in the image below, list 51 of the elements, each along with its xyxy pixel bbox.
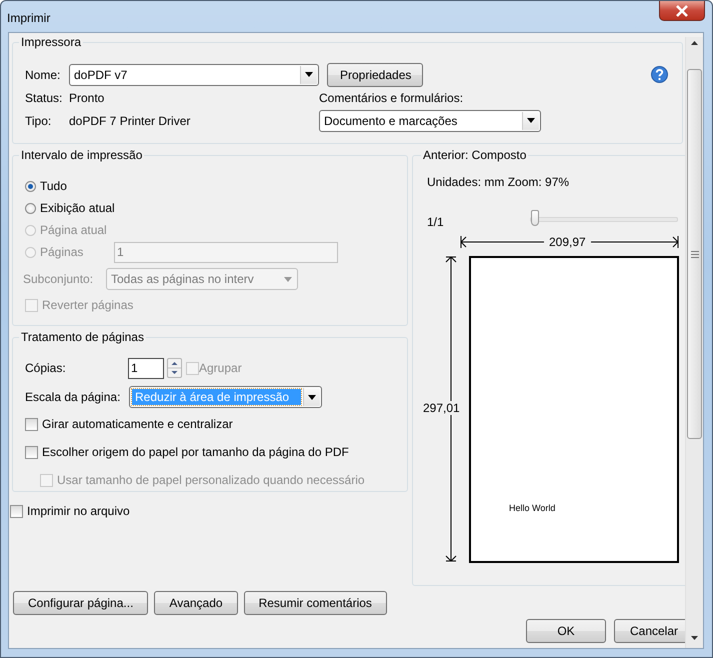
- field-label: Nome:: [25, 68, 62, 82]
- subset-dropdown[interactable]: Todas as páginas no interv: [106, 268, 298, 290]
- checkbox[interactable]: [10, 504, 23, 518]
- spin-buttons[interactable]: [167, 358, 182, 378]
- field-label: Status:: [25, 90, 64, 104]
- window-title: Imprimir: [7, 11, 50, 25]
- field-label: Comentários e formulários:: [319, 90, 464, 104]
- radio-button[interactable]: [25, 202, 36, 214]
- printer-dropdown[interactable]: doPDF v7: [69, 64, 319, 86]
- checkbox-label[interactable]: Escolher origem do papel por tamanho da página do PDF: [42, 445, 349, 459]
- radio-button[interactable]: [25, 180, 36, 192]
- page-count: 1/1: [427, 215, 444, 229]
- dialog-button[interactable]: Avançado: [154, 591, 238, 615]
- comments-dropdown[interactable]: Documento e marcações: [319, 110, 541, 132]
- field-label: Subconjunto:: [23, 272, 94, 286]
- radio-label[interactable]: Exibição atual: [40, 201, 115, 215]
- help-icon[interactable]: [651, 66, 668, 83]
- checkbox-label[interactable]: Girar automaticamente e centralizar: [42, 417, 233, 431]
- scrollbar[interactable]: [685, 37, 703, 648]
- caret-icon: [284, 276, 292, 282]
- scroll-thumb[interactable]: [687, 69, 702, 439]
- field-label: Escala da página:: [25, 390, 122, 404]
- field-label: Tipo:: [25, 114, 52, 128]
- properties-button[interactable]: Propriedades: [327, 62, 423, 86]
- group-title: Anterior: Composto: [422, 148, 528, 162]
- close-icon: [675, 4, 689, 16]
- units-zoom-text: Unidades: mm Zoom: 97%: [427, 175, 570, 189]
- checkbox[interactable]: [25, 418, 38, 430]
- status-value: Pronto: [69, 90, 106, 104]
- dialog-button[interactable]: OK: [526, 619, 606, 643]
- caret-icon: [527, 118, 535, 123]
- group-title: Tratamento de páginas: [20, 330, 145, 344]
- field-label: Cópias:: [25, 361, 67, 375]
- radio-label[interactable]: Tudo: [40, 179, 106, 193]
- dialog-button[interactable]: Resumir comentários: [244, 591, 387, 615]
- width-value: 209,97: [544, 235, 591, 249]
- checkbox[interactable]: [25, 446, 38, 458]
- copies-field[interactable]: 1: [128, 358, 164, 378]
- up-down-arrows-icon: [168, 359, 181, 377]
- dialog-button[interactable]: Configurar página...: [13, 591, 148, 615]
- slider-thumb[interactable]: [530, 210, 539, 226]
- page-text: Hello World: [509, 503, 556, 513]
- group-title: Impressora: [20, 35, 82, 49]
- checkbox-label[interactable]: Imprimir no arquivo: [27, 504, 130, 518]
- type-value: doPDF 7 Printer Driver: [69, 114, 192, 128]
- caret-icon: [305, 72, 313, 77]
- group-title: Intervalo de impressão: [20, 148, 144, 162]
- caret-icon: [308, 394, 316, 400]
- grip-icon: [690, 250, 698, 258]
- height-value: 297,01: [423, 401, 460, 415]
- close-button[interactable]: [659, 1, 705, 21]
